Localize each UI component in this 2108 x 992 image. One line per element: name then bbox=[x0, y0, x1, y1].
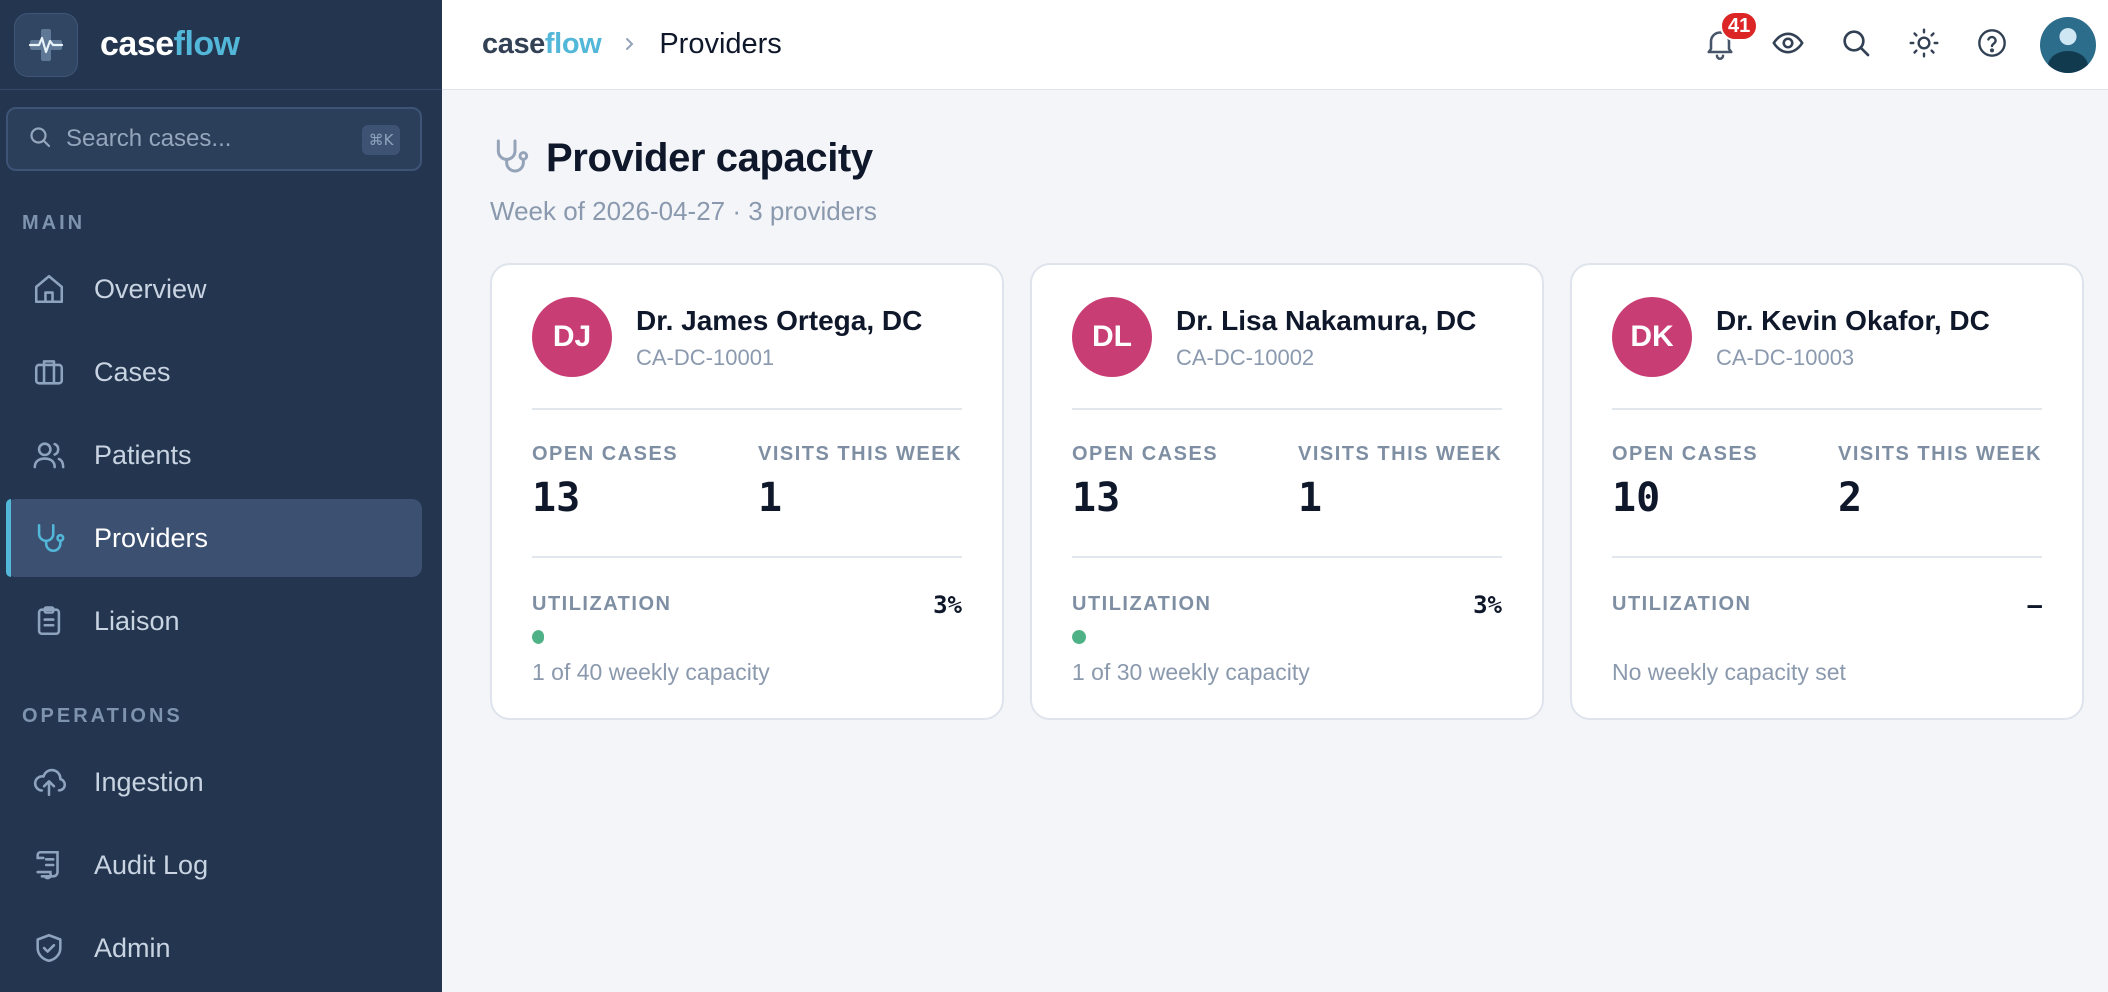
card-divider bbox=[1612, 408, 2042, 410]
utilization-bar-fill bbox=[1072, 630, 1087, 644]
utilization-bar bbox=[532, 630, 962, 644]
sidebar-item-overview[interactable]: Overview bbox=[6, 250, 422, 328]
open-cases-value: 13 bbox=[1072, 475, 1121, 521]
cloud-upload-icon bbox=[30, 763, 68, 801]
capacity-note: 1 of 30 weekly capacity bbox=[1072, 659, 1310, 685]
user-avatar[interactable] bbox=[2040, 17, 2096, 73]
visits-this-week-label: VISITS THIS WEEK bbox=[1838, 443, 2043, 465]
eye-icon bbox=[1771, 26, 1805, 65]
card-divider bbox=[532, 408, 962, 410]
open-cases-value: 13 bbox=[532, 475, 581, 521]
open-cases-value: 10 bbox=[1612, 475, 1661, 521]
search-input[interactable] bbox=[66, 125, 356, 153]
topbar-actions: 41 bbox=[1700, 0, 2108, 90]
chevron-right-icon bbox=[621, 32, 637, 58]
search-shortcut-badge: ⌘K bbox=[362, 125, 400, 155]
capacity-note: No weekly capacity set bbox=[1612, 659, 1846, 685]
sidebar-section-main: MAIN bbox=[22, 212, 86, 234]
provider-license-id: CA-DC-10002 bbox=[1176, 345, 1315, 370]
page-subtitle: Week of 2026-04-27 · 3 providers bbox=[490, 196, 877, 226]
open-cases-label: OPEN CASES bbox=[532, 443, 679, 465]
home-icon bbox=[30, 270, 68, 308]
help-circle-icon bbox=[1976, 27, 2008, 64]
card-divider bbox=[1072, 408, 1502, 410]
visits-this-week-value: 1 bbox=[758, 475, 783, 521]
sidebar-item-providers[interactable]: Providers bbox=[6, 499, 422, 577]
theme-toggle-button[interactable] bbox=[1904, 25, 1944, 65]
sidebar-item-label: Providers bbox=[94, 522, 209, 553]
search-button[interactable] bbox=[1836, 25, 1876, 65]
provider-card[interactable]: DL Dr. Lisa Nakamura, DC CA-DC-10002 OPE… bbox=[1030, 263, 1544, 720]
page-header: Provider capacity bbox=[490, 136, 873, 181]
sidebar-item-patients[interactable]: Patients bbox=[6, 416, 422, 494]
open-cases-label: OPEN CASES bbox=[1072, 443, 1219, 465]
search-box[interactable]: ⌘K bbox=[6, 107, 422, 171]
utilization-bar bbox=[1072, 630, 1502, 644]
notification-count-badge: 41 bbox=[1720, 11, 1759, 41]
utilization-value: 3% bbox=[1473, 591, 1502, 619]
breadcrumb-current-page: Providers bbox=[659, 28, 782, 60]
sidebar-item-liaison[interactable]: Liaison bbox=[6, 582, 422, 660]
search-icon bbox=[1840, 27, 1872, 64]
provider-name: Dr. James Ortega, DC bbox=[636, 305, 923, 336]
sidebar-item-audit-log[interactable]: Audit Log bbox=[6, 826, 422, 904]
pulse-cross-logo-icon bbox=[14, 12, 78, 77]
clipboard-icon bbox=[30, 602, 68, 640]
utilization-label: UTILIZATION bbox=[532, 593, 672, 615]
scroll-icon bbox=[30, 846, 68, 884]
topbar: caseflow Providers 41 bbox=[442, 0, 2108, 90]
card-divider bbox=[1072, 556, 1502, 558]
open-cases-label: OPEN CASES bbox=[1612, 443, 1759, 465]
visits-this-week-value: 1 bbox=[1298, 475, 1323, 521]
sidebar: caseflow ⌘K MAIN Overview Cases Patients… bbox=[0, 0, 442, 992]
provider-avatar: DL bbox=[1072, 297, 1152, 377]
visits-this-week-label: VISITS THIS WEEK bbox=[1298, 443, 1503, 465]
provider-name: Dr. Lisa Nakamura, DC bbox=[1176, 305, 1477, 336]
provider-avatar: DJ bbox=[532, 297, 612, 377]
users-icon bbox=[30, 436, 68, 474]
help-button[interactable] bbox=[1972, 25, 2012, 65]
sun-icon bbox=[1908, 27, 1940, 64]
breadcrumb-home-link[interactable]: caseflow bbox=[482, 28, 602, 61]
utilization-value: 3% bbox=[933, 591, 962, 619]
sidebar-item-label: Overview bbox=[94, 273, 207, 304]
brand[interactable]: caseflow bbox=[0, 0, 442, 90]
sidebar-item-label: Audit Log bbox=[94, 849, 209, 880]
visits-this-week-value: 2 bbox=[1838, 475, 1863, 521]
capacity-note: 1 of 40 weekly capacity bbox=[532, 659, 770, 685]
shield-check-icon bbox=[30, 929, 68, 967]
utilization-value: — bbox=[2027, 591, 2042, 619]
utilization-label: UTILIZATION bbox=[1072, 593, 1212, 615]
page-title: Provider capacity bbox=[546, 136, 873, 180]
sidebar-item-label: Cases bbox=[94, 356, 171, 387]
utilization-bar-fill bbox=[532, 630, 544, 644]
stethoscope-icon bbox=[30, 519, 68, 557]
search-icon bbox=[28, 125, 52, 154]
visits-this-week-label: VISITS THIS WEEK bbox=[758, 443, 963, 465]
provider-license-id: CA-DC-10001 bbox=[636, 345, 775, 370]
utilization-label: UTILIZATION bbox=[1612, 593, 1752, 615]
sidebar-item-ingestion[interactable]: Ingestion bbox=[6, 743, 422, 821]
provider-card[interactable]: DK Dr. Kevin Okafor, DC CA-DC-10003 OPEN… bbox=[1570, 263, 2084, 720]
sidebar-item-label: Ingestion bbox=[94, 766, 204, 797]
sidebar-item-label: Admin bbox=[94, 932, 171, 963]
briefcase-icon bbox=[30, 353, 68, 391]
provider-card[interactable]: DJ Dr. James Ortega, DC CA-DC-10001 OPEN… bbox=[490, 263, 1004, 720]
sidebar-item-admin[interactable]: Admin bbox=[6, 909, 422, 987]
brand-name: caseflow bbox=[100, 25, 240, 63]
notifications-button[interactable]: 41 bbox=[1700, 11, 1759, 65]
stethoscope-icon bbox=[490, 136, 530, 181]
sidebar-item-label: Liaison bbox=[94, 605, 180, 636]
provider-name: Dr. Kevin Okafor, DC bbox=[1716, 305, 1990, 336]
provider-avatar: DK bbox=[1612, 297, 1692, 377]
card-divider bbox=[1612, 556, 2042, 558]
sidebar-section-operations: OPERATIONS bbox=[22, 705, 183, 727]
sidebar-item-cases[interactable]: Cases bbox=[6, 333, 422, 411]
card-divider bbox=[532, 556, 962, 558]
provider-license-id: CA-DC-10003 bbox=[1716, 345, 1855, 370]
sidebar-item-label: Patients bbox=[94, 439, 192, 470]
preview-button[interactable] bbox=[1768, 25, 1808, 65]
